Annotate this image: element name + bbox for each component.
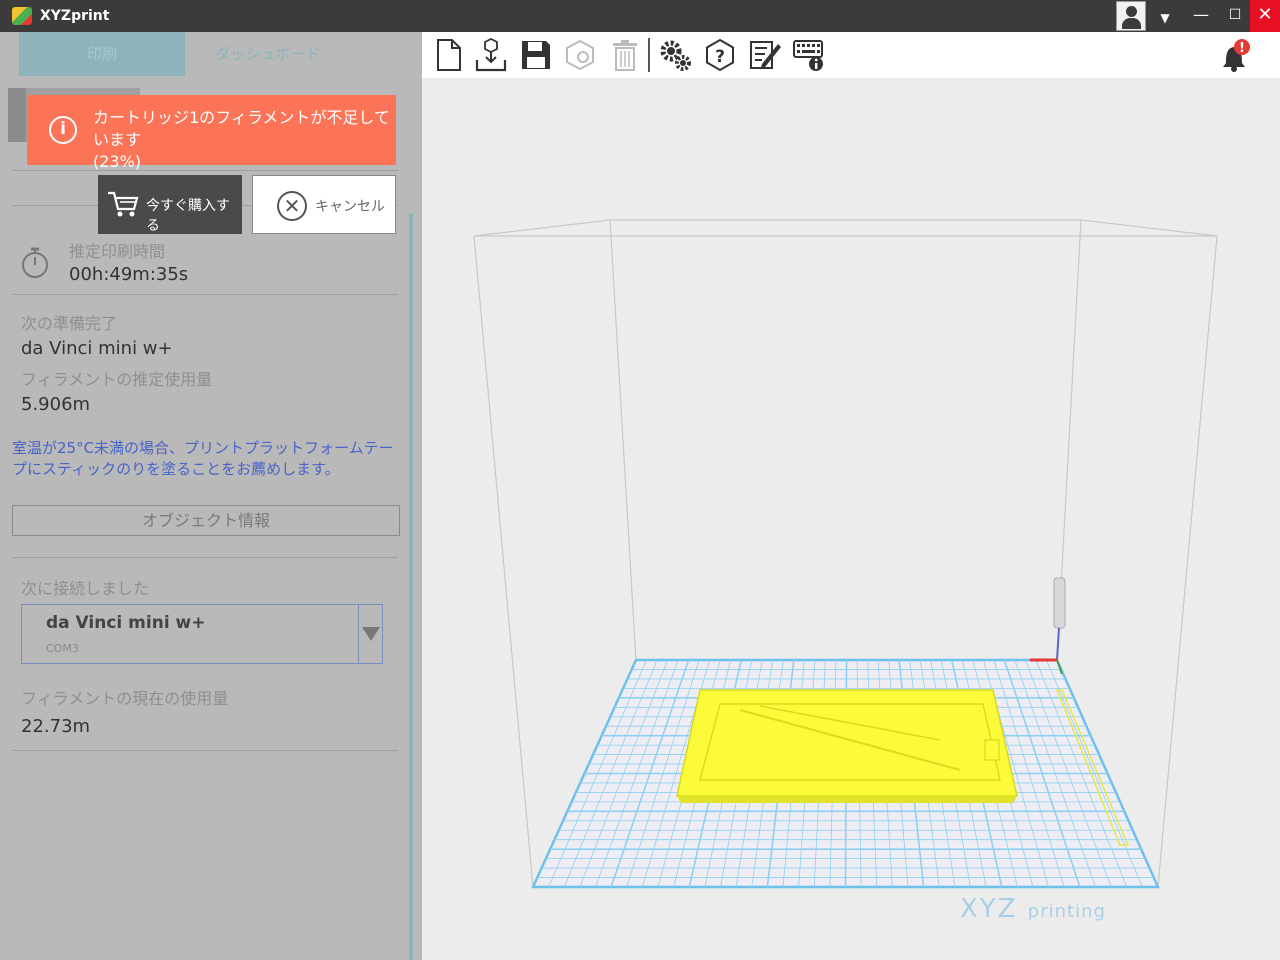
cancel-label: キャンセル — [315, 199, 385, 215]
object-icon[interactable] — [563, 38, 597, 72]
connected-label: 次に接続しました — [21, 579, 150, 598]
divider — [12, 557, 398, 558]
chevron-down-icon[interactable] — [362, 627, 380, 641]
save-icon[interactable] — [519, 38, 553, 72]
current-usage-label: フィラメントの現在の使用量 — [21, 689, 229, 708]
settings-icon[interactable] — [658, 38, 692, 72]
keyboard-info-icon[interactable] — [792, 38, 826, 72]
app-logo-icon — [12, 7, 32, 25]
import-icon[interactable] — [474, 38, 508, 72]
help-icon[interactable]: ? — [703, 38, 737, 72]
notification-bell-icon[interactable]: ! — [1218, 38, 1252, 74]
print-head-indicator — [1030, 577, 1066, 675]
est-time-value: 00h:49m:35s — [69, 264, 189, 285]
est-filament-value: 5.906m — [21, 394, 91, 415]
svg-text:?: ? — [715, 47, 725, 67]
object-info-button[interactable]: オブジェクト情報 — [12, 505, 400, 536]
alert-message: カートリッジ1のフィラメントが不足しています — [93, 108, 390, 149]
cancel-button[interactable]: ✕ キャンセル — [252, 175, 396, 234]
minimize-button[interactable]: — — [1184, 0, 1218, 32]
window-title: XYZprint — [40, 8, 110, 24]
account-dropdown-icon[interactable]: ▼ — [1152, 0, 1178, 32]
divider — [12, 750, 398, 751]
printer-select[interactable]: da Vinci mini w+ COM3 — [21, 604, 383, 664]
tab-dashboard[interactable]: ダッシュボード — [185, 32, 351, 76]
buy-now-label: 今すぐ購入する — [146, 198, 230, 234]
user-account-icon[interactable] — [1116, 1, 1146, 31]
divider — [12, 294, 398, 295]
trash-icon[interactable] — [608, 38, 642, 72]
printer-port: COM3 — [46, 642, 79, 655]
current-usage-value: 22.73m — [21, 716, 91, 737]
alert-percent: (23%) — [93, 152, 142, 171]
cart-icon — [108, 191, 139, 217]
build-volume-view[interactable] — [424, 78, 1280, 960]
info-icon: i — [49, 116, 77, 144]
close-button[interactable]: ✕ — [1250, 0, 1280, 32]
panel-scrollbar[interactable] — [409, 214, 413, 960]
maximize-button[interactable]: ☐ — [1218, 0, 1252, 32]
low-filament-alert: i カートリッジ1のフィラメントが不足しています (23%) — [27, 95, 396, 171]
buy-now-button[interactable]: 今すぐ購入する — [98, 175, 242, 234]
est-filament-label: フィラメントの推定使用量 — [21, 370, 213, 389]
stopwatch-icon — [22, 247, 48, 278]
ready-value: da Vinci mini w+ — [21, 338, 173, 359]
svg-text:!: ! — [1239, 41, 1245, 56]
ready-label: 次の準備完了 — [21, 314, 118, 333]
printer-name: da Vinci mini w+ — [46, 613, 206, 633]
close-circle-icon: ✕ — [277, 191, 307, 221]
room-temp-hint: 室温が25°C未満の場合、プリントプラットフォームテープにスティックのりを塗るこ… — [12, 439, 394, 478]
new-file-icon[interactable] — [432, 38, 466, 72]
est-time-label: 推定印刷時間 — [69, 242, 166, 261]
title-bar: XYZprint ▼ — ☐ ✕ — [0, 0, 1280, 32]
toolbar-separator — [648, 38, 650, 72]
notes-icon[interactable] — [748, 38, 782, 72]
tab-print[interactable]: 印刷 — [19, 32, 185, 76]
3d-model[interactable] — [676, 689, 1018, 803]
xyz-printing-watermark: XYZ printing — [960, 894, 1106, 924]
